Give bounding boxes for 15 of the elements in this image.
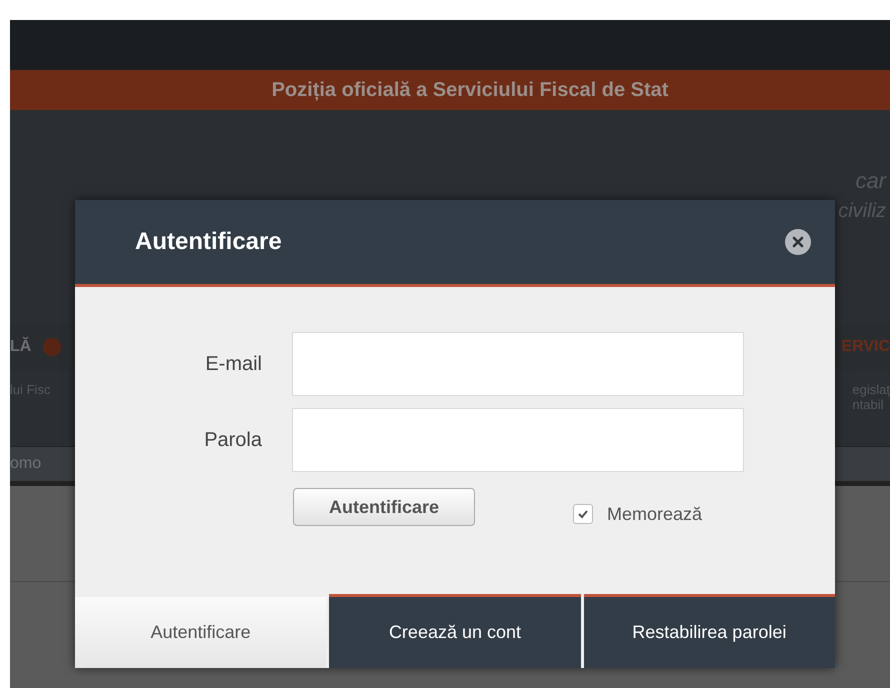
checkbox-label: Memorează (607, 504, 702, 524)
tab[interactable]: Creează un cont (329, 594, 581, 668)
banner-title: Poziția oficială a Serviciului Fiscal de Stat (272, 78, 668, 102)
nav-dot (43, 338, 62, 356)
check-icon (577, 509, 589, 519)
input-field[interactable] (292, 408, 744, 472)
field-label: Parola (203, 428, 263, 452)
close-icon[interactable] (785, 229, 811, 255)
dialog-title: Autentificare (135, 228, 283, 256)
input-field[interactable] (292, 332, 744, 396)
login-button[interactable]: Autentificare (293, 488, 475, 526)
tab[interactable]: Autentificare (75, 594, 326, 668)
tab[interactable]: Restabilirea parolei (584, 594, 835, 668)
remember-checkbox[interactable] (573, 504, 593, 524)
field-label: E-mail (204, 352, 263, 376)
